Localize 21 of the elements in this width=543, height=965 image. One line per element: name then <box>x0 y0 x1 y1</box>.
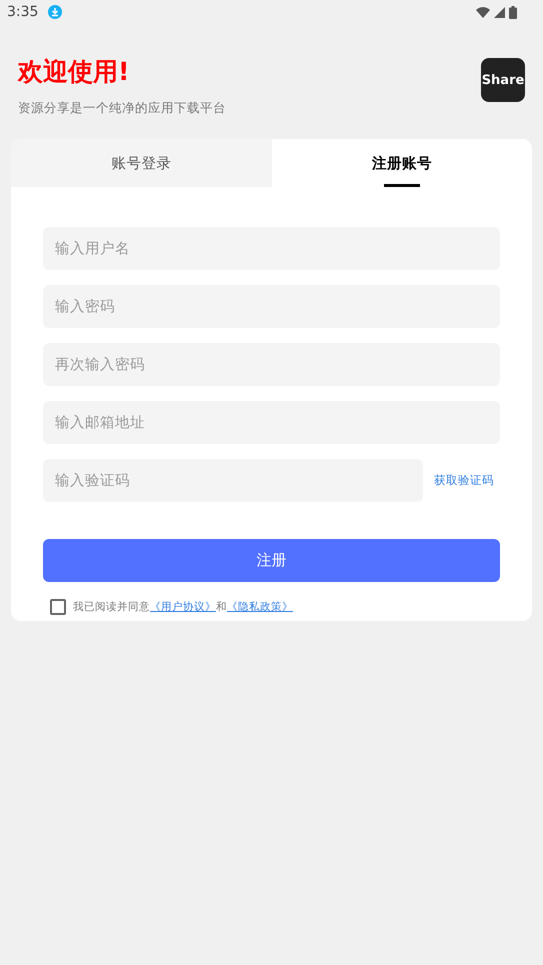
status-time: 3:35 <box>7 4 38 20</box>
signal-icon <box>494 6 505 18</box>
agree-checkbox[interactable] <box>50 599 66 615</box>
tab[interactable]: 账号登录 <box>11 139 272 187</box>
input-field[interactable]: 输入邮箱地址 <box>43 401 500 444</box>
code-field[interactable]: 输入验证码 <box>43 459 423 502</box>
download-icon <box>48 5 62 19</box>
welcome-title: 欢迎使用! <box>18 56 130 88</box>
input-field[interactable]: 再次输入密码 <box>43 343 500 386</box>
user-agreement-link[interactable]: 《用户协议》 <box>150 600 216 614</box>
agreement-text: 我已阅读并同意 <box>73 600 150 614</box>
app-logo: Share <box>481 58 525 102</box>
battery-icon <box>509 6 517 18</box>
subtitle: 资源分享是一个纯净的应用下载平台 <box>18 100 226 117</box>
register-button[interactable]: 注册 <box>43 539 500 582</box>
wifi-icon <box>476 6 490 18</box>
privacy-policy-link[interactable]: 《隐私政策》 <box>227 600 293 614</box>
input-field[interactable]: 输入密码 <box>43 285 500 328</box>
get-code-link[interactable]: 获取验证码 <box>434 473 494 488</box>
agreement-joiner: 和 <box>216 600 227 614</box>
input-field[interactable]: 输入用户名 <box>43 227 500 270</box>
